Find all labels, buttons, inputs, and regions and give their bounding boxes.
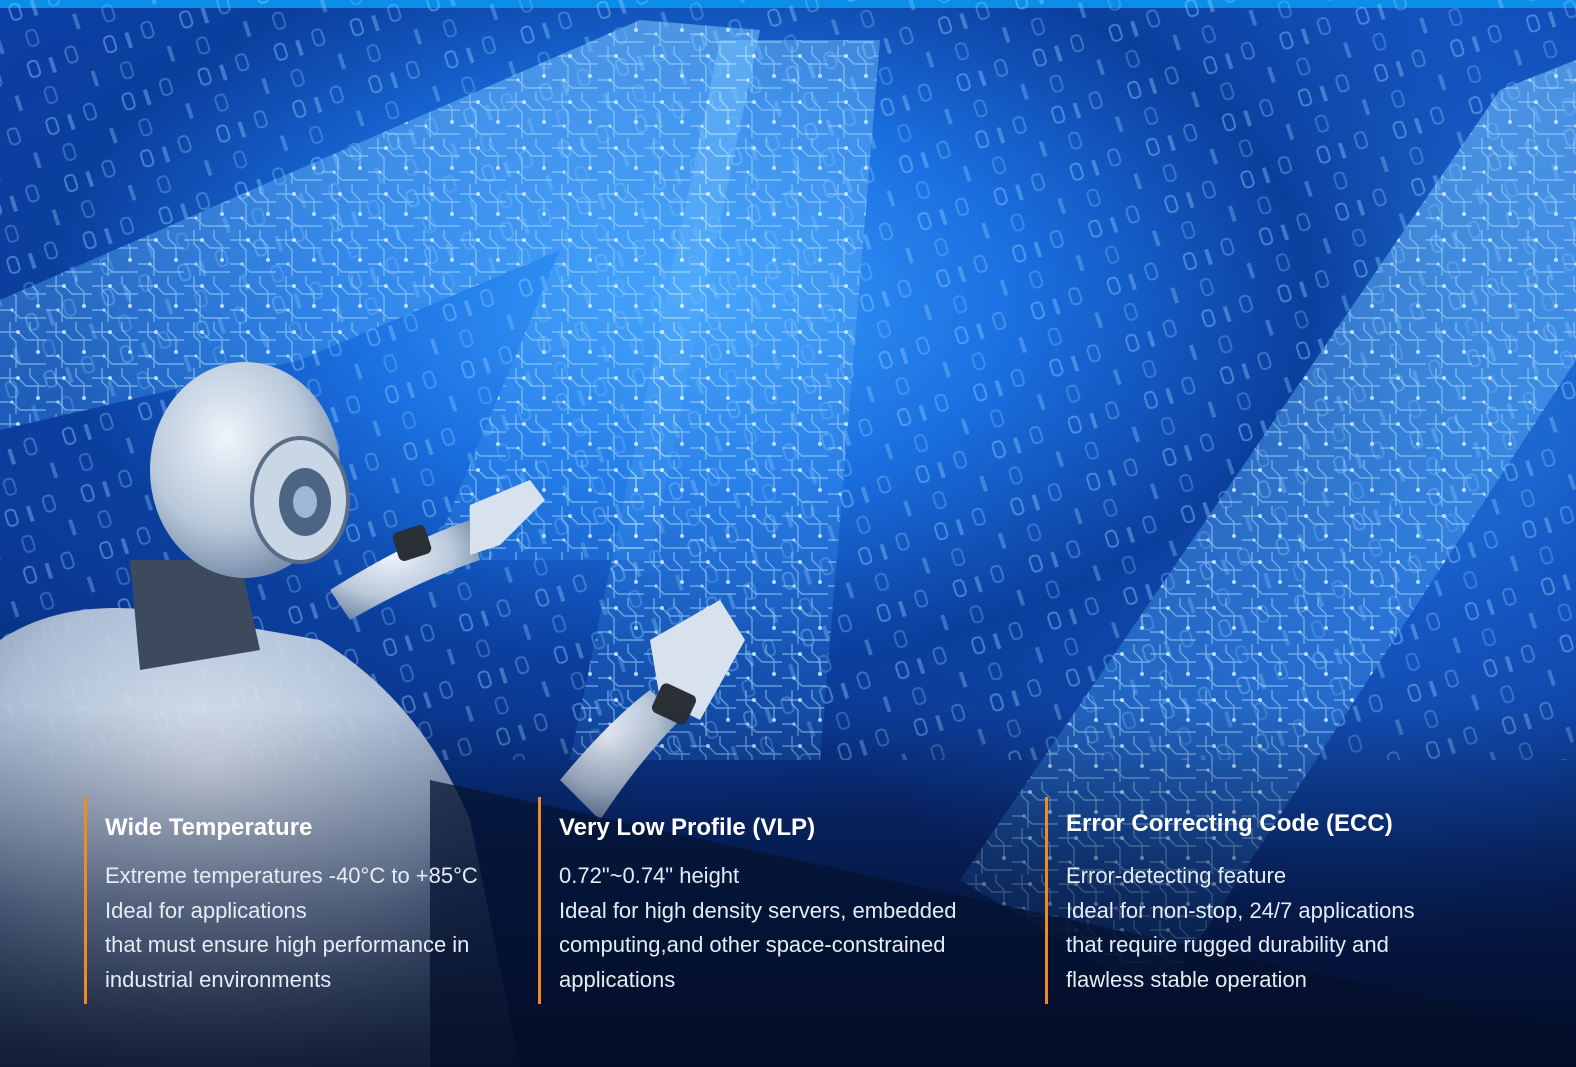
feature-wide-temperature: Wide Temperature Extreme temperatures -4… bbox=[84, 797, 524, 1004]
feature-line: computing,and other space-constrained bbox=[559, 932, 946, 957]
feature-line: applications bbox=[559, 966, 676, 992]
feature-description: Error-detecting feature Ideal for non-st… bbox=[1066, 859, 1515, 997]
feature-line: 0.72"~0.74" height bbox=[559, 863, 740, 888]
feature-line: that require rugged durability and bbox=[1066, 932, 1389, 957]
feature-line: Ideal for high density servers, embedded bbox=[559, 897, 957, 923]
feature-title: Wide Temperature bbox=[105, 814, 313, 841]
feature-description: 0.72"~0.74" height Ideal for high densit… bbox=[559, 859, 1018, 997]
hero-banner: Wide Temperature Extreme temperatures -4… bbox=[0, 0, 1576, 1067]
feature-line: flawless stable operation bbox=[1066, 966, 1307, 992]
feature-title: Very Low Profile (VLP) bbox=[559, 814, 816, 841]
feature-line: industrial environments bbox=[105, 966, 332, 992]
feature-line: that must ensure high performance in bbox=[105, 932, 470, 957]
feature-title: Error Correcting Code (ECC) bbox=[1066, 810, 1393, 837]
feature-line: Extreme temperatures -40°C to +85°C bbox=[105, 863, 478, 888]
feature-error-correcting-code: Error Correcting Code (ECC) Error-detect… bbox=[1045, 797, 1515, 1004]
feature-description: Extreme temperatures -40°C to +85°C Idea… bbox=[105, 859, 524, 997]
feature-line: Ideal for non-stop, 24/7 applications bbox=[1066, 897, 1415, 923]
feature-line: Ideal for applications bbox=[105, 897, 307, 923]
feature-line: Error-detecting feature bbox=[1066, 863, 1287, 888]
feature-very-low-profile: Very Low Profile (VLP) 0.72"~0.74" heigh… bbox=[538, 797, 1018, 1004]
